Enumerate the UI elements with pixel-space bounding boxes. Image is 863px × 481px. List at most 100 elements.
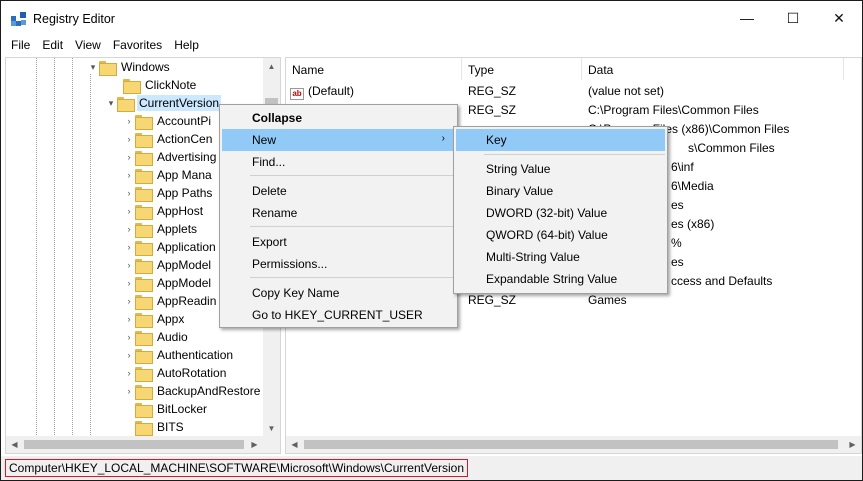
expand-arrow-icon[interactable]: › (123, 346, 135, 364)
value-data: es (671, 198, 684, 212)
tree-node[interactable]: › AppModel (123, 256, 213, 274)
tree-node-label: Advertising (157, 150, 217, 164)
minimize-button[interactable]: — (724, 1, 770, 35)
tree-horizontal-scrollbar[interactable]: ◀ ▶ (6, 436, 280, 453)
folder-icon (135, 114, 153, 130)
expand-arrow-icon[interactable]: › (123, 130, 135, 148)
tree-node[interactable]: › Authentication (123, 346, 235, 364)
value-data: Games (588, 293, 627, 307)
scroll-left-arrow-icon[interactable]: ◀ (286, 436, 303, 453)
menu-new[interactable]: New › (222, 129, 455, 151)
expand-arrow-icon[interactable]: › (123, 202, 135, 220)
menu-export[interactable]: Export (222, 231, 455, 253)
menu-new-label: New (252, 133, 277, 147)
menu-favorites[interactable]: Favorites (107, 35, 168, 55)
column-header-name[interactable]: Name (286, 58, 462, 80)
menu-goto-hkcu[interactable]: Go to HKEY_CURRENT_USER (222, 304, 455, 326)
scroll-down-arrow-icon[interactable]: ▼ (263, 420, 280, 437)
expand-arrow-icon[interactable]: › (123, 328, 135, 346)
menu-new-binary-value[interactable]: Binary Value (456, 180, 665, 202)
folder-icon (135, 240, 153, 256)
tree-guide-line (54, 58, 55, 453)
collapse-arrow-icon[interactable]: ▾ (87, 58, 99, 76)
expand-arrow-icon[interactable]: › (123, 238, 135, 256)
tree-node[interactable]: › AutoRotation (123, 364, 228, 382)
tree-node[interactable]: › AppModel (123, 274, 213, 292)
tree-node-label: Applets (157, 222, 198, 236)
scroll-up-arrow-icon[interactable]: ▲ (263, 58, 280, 75)
tree-node[interactable]: › Applets (123, 220, 199, 238)
tree-node-label: ActionCen (157, 132, 213, 146)
menu-new-dword-value[interactable]: DWORD (32-bit) Value (456, 202, 665, 224)
expand-arrow-icon[interactable]: › (123, 184, 135, 202)
menu-rename[interactable]: Rename (222, 202, 455, 224)
folder-icon (123, 78, 141, 94)
tree-node-clicknote[interactable]: ClickNote (123, 76, 198, 94)
expand-arrow-icon[interactable]: › (123, 364, 135, 382)
menu-edit[interactable]: Edit (36, 35, 69, 55)
tree-node-label: Authentication (157, 348, 234, 362)
window-title: Registry Editor (33, 12, 115, 26)
menu-new-string-value[interactable]: String Value (456, 158, 665, 180)
scroll-thumb[interactable] (24, 440, 244, 449)
scroll-thumb[interactable] (304, 440, 838, 449)
expand-arrow-icon[interactable]: › (123, 166, 135, 184)
tree-guide-line (36, 58, 37, 453)
tree-node[interactable]: › App Paths (123, 184, 214, 202)
tree-node[interactable]: BitLocker (135, 400, 209, 418)
scroll-right-arrow-icon[interactable]: ▶ (844, 436, 861, 453)
folder-icon (135, 186, 153, 202)
scroll-left-arrow-icon[interactable]: ◀ (6, 436, 23, 453)
maximize-button[interactable]: ☐ (770, 1, 816, 35)
key-path-address[interactable]: Computer\HKEY_LOCAL_MACHINE\SOFTWARE\Mic… (5, 459, 469, 477)
tree-node[interactable]: › AccountPi (123, 112, 213, 130)
menu-find[interactable]: Find... (222, 151, 455, 173)
menu-help[interactable]: Help (168, 35, 205, 55)
folder-icon (135, 276, 153, 292)
expand-arrow-icon[interactable]: › (123, 148, 135, 166)
menu-permissions[interactable]: Permissions... (222, 253, 455, 275)
expand-arrow-icon[interactable]: › (123, 382, 135, 400)
column-header-type[interactable]: Type (462, 58, 582, 80)
menu-copy-key-name[interactable]: Copy Key Name (222, 282, 455, 304)
menu-new-qword-value[interactable]: QWORD (64-bit) Value (456, 224, 665, 246)
expand-arrow-icon[interactable]: › (123, 220, 135, 238)
string-value-icon: ab (290, 88, 304, 100)
expand-arrow-icon[interactable]: › (123, 256, 135, 274)
tree-node[interactable]: › AppHost (123, 202, 205, 220)
tree-node[interactable]: › Application (123, 238, 218, 256)
folder-icon (135, 132, 153, 148)
expand-arrow-icon[interactable]: › (123, 292, 135, 310)
tree-node[interactable]: › AppReadin (123, 292, 218, 310)
menu-view[interactable]: View (69, 35, 107, 55)
value-data: (value not set) (588, 84, 665, 98)
tree-node[interactable]: › BackupAndRestore (123, 382, 262, 400)
expand-arrow-icon[interactable]: › (123, 274, 135, 292)
menu-new-multi-string-value[interactable]: Multi-String Value (456, 246, 665, 268)
tree-node-windows[interactable]: ▾ Windows (87, 58, 172, 76)
scroll-right-arrow-icon[interactable]: ▶ (246, 436, 263, 453)
list-horizontal-scrollbar[interactable]: ◀ ▶ (286, 436, 861, 453)
tree-node[interactable]: › Advertising (123, 148, 218, 166)
tree-node[interactable]: BITS (135, 418, 186, 436)
menu-file[interactable]: File (1, 35, 36, 55)
tree-node[interactable]: › Appx (123, 310, 186, 328)
tree-node-currentversion[interactable]: ▾ CurrentVersion (105, 94, 222, 112)
close-button[interactable]: ✕ (816, 1, 862, 35)
tree-node-label: Application (157, 240, 216, 254)
value-row[interactable]: ab (Default) REG_SZ (value not set) (286, 82, 846, 101)
tree-node[interactable]: › App Mana (123, 166, 214, 184)
expand-arrow-icon[interactable]: › (123, 310, 135, 328)
tree-node-label: AutoRotation (157, 366, 227, 380)
submenu-arrow-icon: › (441, 133, 445, 144)
tree-node[interactable]: › Audio (123, 328, 190, 346)
expand-arrow-icon[interactable]: › (123, 112, 135, 130)
collapse-arrow-icon[interactable]: ▾ (105, 94, 117, 112)
menu-new-expandable-string-value[interactable]: Expandable String Value (456, 268, 665, 290)
menu-new-key[interactable]: Key (456, 129, 665, 151)
tree-node[interactable]: › ActionCen (123, 130, 214, 148)
folder-icon (135, 222, 153, 238)
menu-delete[interactable]: Delete (222, 180, 455, 202)
menu-collapse[interactable]: Collapse (222, 107, 455, 129)
column-header-data[interactable]: Data (582, 58, 844, 80)
